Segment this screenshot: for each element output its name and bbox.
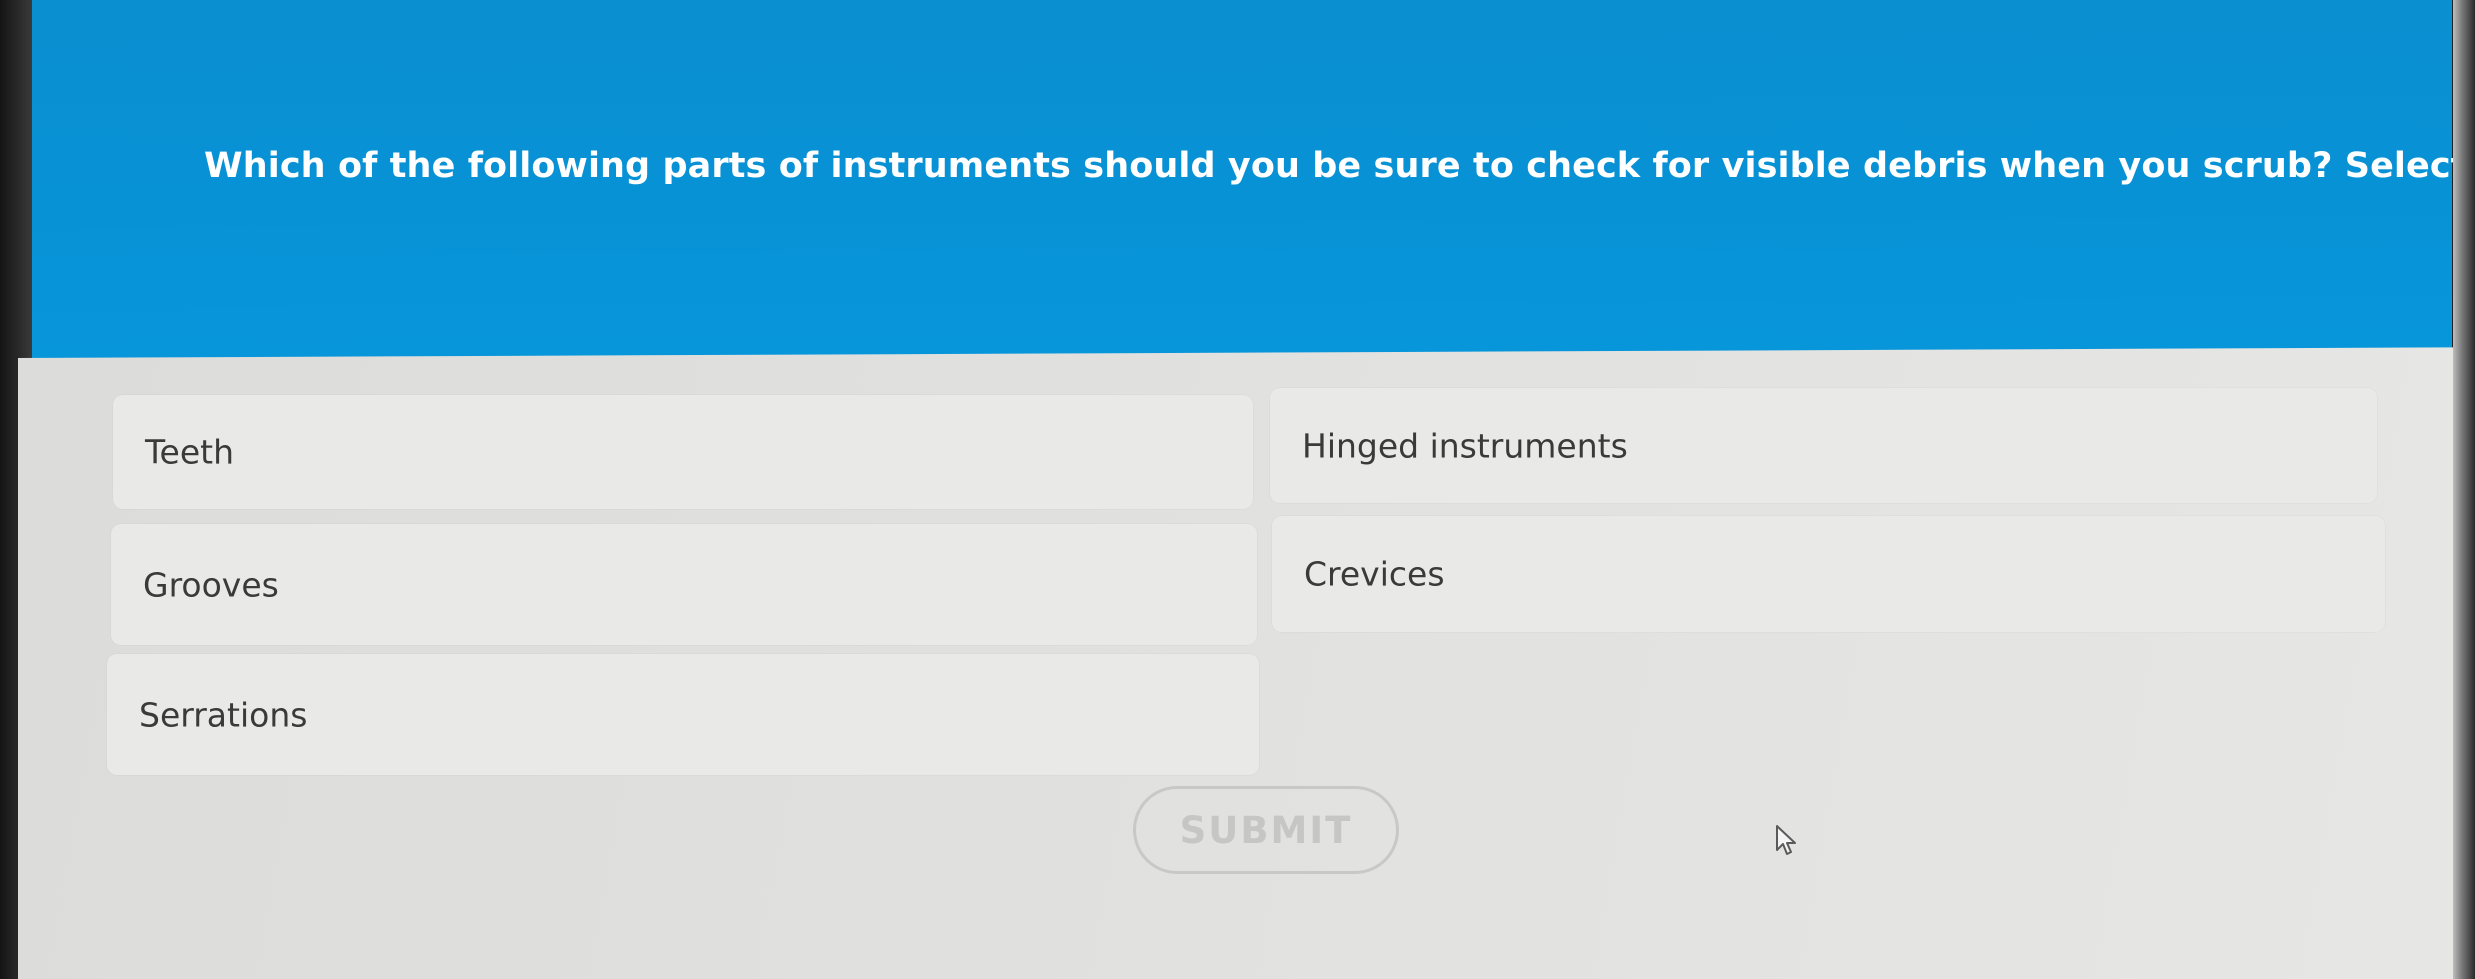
option-label: Serrations [139,695,308,734]
question-text: Which of the following parts of instrume… [204,146,2475,186]
option-crevices[interactable]: Crevices [1272,516,2385,632]
option-label: Teeth [145,432,235,472]
option-serrations[interactable]: Serrations [107,654,1259,775]
mouse-pointer-icon [1776,825,1796,855]
option-label: Hinged instruments [1302,426,1628,465]
option-teeth[interactable]: Teeth [113,395,1253,509]
submit-label: SUBMIT [1179,808,1353,852]
screen-bezel-right [2453,0,2475,979]
option-hinged-instruments[interactable]: Hinged instruments [1270,388,2377,503]
quiz-screen: Which of the following parts of instrume… [0,0,2475,979]
submit-button[interactable]: SUBMIT [1133,786,1399,874]
option-label: Grooves [143,565,279,604]
option-grooves[interactable]: Grooves [111,524,1257,645]
option-label: Crevices [1304,554,1445,594]
